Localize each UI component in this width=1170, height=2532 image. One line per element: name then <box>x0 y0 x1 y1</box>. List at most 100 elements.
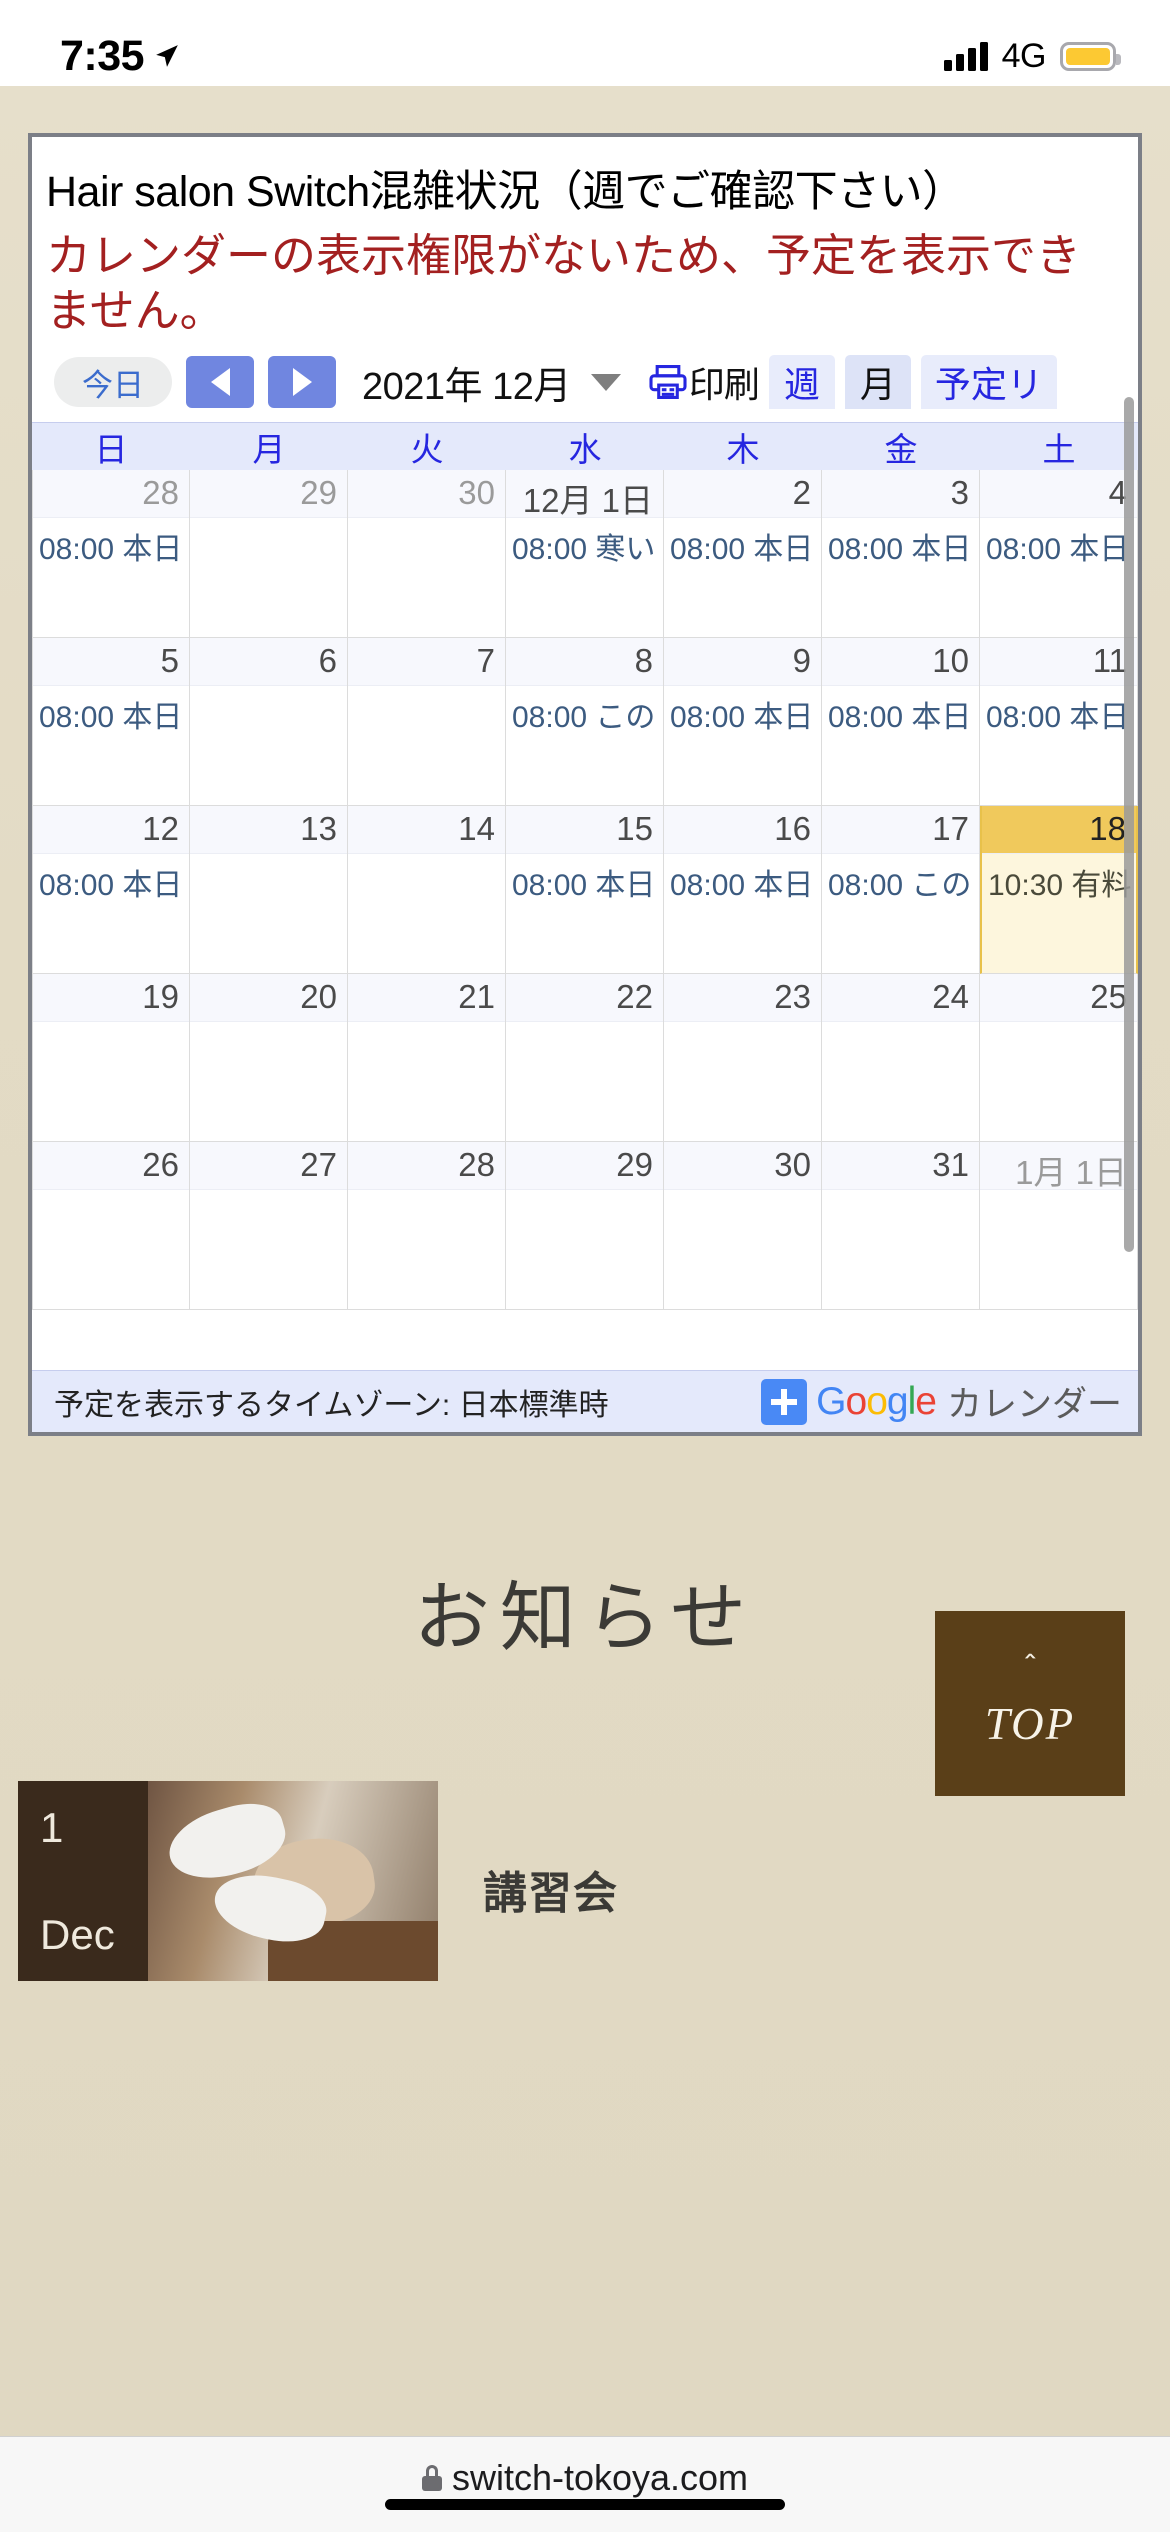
calendar-day-number: 6 <box>190 637 347 686</box>
calendar-day-cell[interactable]: 28 <box>348 1141 506 1310</box>
calendar-day-cell[interactable]: 29 <box>506 1141 664 1310</box>
calendar-day-cell[interactable]: 12月 1日 08:00 寒い <box>506 469 664 638</box>
weekday-wed: 水 <box>568 430 602 468</box>
calendar-day-cell[interactable]: 17 08:00 この <box>822 805 980 974</box>
calendar-day-cell[interactable]: 4 08:00 本日 <box>980 469 1138 638</box>
view-tab-month[interactable]: 月 <box>844 355 911 410</box>
calendar-event[interactable]: 08:00 本日 <box>33 854 189 904</box>
calendar-day-cell[interactable]: 21 <box>348 973 506 1142</box>
calendar-day-number: 29 <box>190 469 347 518</box>
calendar-day-number: 2 <box>664 469 821 518</box>
calendar-event[interactable]: 08:00 本日 <box>822 518 979 568</box>
calendar-day-number: 25 <box>980 973 1137 1022</box>
calendar-day-cell[interactable]: 16 08:00 本日 <box>664 805 822 974</box>
calendar-day-number: 23 <box>664 973 821 1022</box>
calendar-event[interactable]: 08:00 本日 <box>980 518 1137 568</box>
view-tab-agenda[interactable]: 予定リ <box>920 355 1057 410</box>
calendar-day-cell[interactable]: 15 08:00 本日 <box>506 805 664 974</box>
calendar-day-cell[interactable]: 29 <box>190 469 348 638</box>
calendar-day-cell[interactable]: 31 <box>822 1141 980 1310</box>
chevron-left-icon <box>210 368 230 397</box>
embed-scrollbar[interactable] <box>1124 397 1134 1252</box>
calendar-day-cell[interactable]: 6 <box>190 637 348 806</box>
calendar-event[interactable]: 08:00 本日 <box>822 686 979 736</box>
calendar-event[interactable]: 08:00 この <box>822 854 979 904</box>
weekday-mon: 月 <box>252 430 286 468</box>
print-button[interactable]: 印刷 <box>649 356 760 408</box>
back-to-top-label: TOP <box>984 1698 1076 1749</box>
calendar-day-number: 29 <box>506 1141 663 1190</box>
calendar-day-cell[interactable]: 5 08:00 本日 <box>32 637 190 806</box>
today-button[interactable]: 今日 <box>54 357 172 408</box>
calendar-event[interactable]: 08:00 本日 <box>980 686 1137 736</box>
calendar-event[interactable]: 08:00 本日 <box>664 518 821 568</box>
calendar-day-cell[interactable]: 24 <box>822 973 980 1142</box>
calendar-day-cell[interactable]: 14 <box>348 805 506 974</box>
calendar-day-cell[interactable]: 7 <box>348 637 506 806</box>
weekday-fri: 金 <box>884 430 918 468</box>
calendar-footer: 予定を表示するタイムゾーン: 日本標準時 Google カレンダー <box>32 1370 1138 1432</box>
calendar-day-cell[interactable]: 23 <box>664 973 822 1142</box>
next-month-button[interactable] <box>268 356 336 409</box>
calendar-day-number: 18 <box>982 805 1136 854</box>
calendar-day-number: 10 <box>822 637 979 686</box>
google-calendar-embed[interactable]: Hair salon Switch混雑状況（週でご確認下さい） カレンダーの表示… <box>28 133 1142 1436</box>
calendar-event[interactable]: 08:00 本日 <box>33 686 189 736</box>
calendar-day-number: 5 <box>33 637 189 686</box>
news-list-item[interactable]: 1 Dec 講習会 <box>18 1781 728 1981</box>
address-bar[interactable]: switch-tokoya.com <box>421 2457 749 2499</box>
back-to-top-button[interactable]: ＾ TOP <box>935 1611 1125 1796</box>
status-bar-right: 4G <box>943 37 1121 76</box>
calendar-event[interactable]: 08:00 本日 <box>664 686 821 736</box>
calendar-day-number: 15 <box>506 805 663 854</box>
lock-icon <box>421 2465 442 2491</box>
google-calendar-logo[interactable]: Google カレンダー <box>761 1376 1128 1427</box>
calendar-day-number: 19 <box>33 973 189 1022</box>
calendar-day-cell[interactable]: 13 <box>190 805 348 974</box>
calendar-day-cell[interactable]: 22 <box>506 973 664 1142</box>
calendar-day-number: 21 <box>348 973 505 1022</box>
calendar-day-cell[interactable]: 30 <box>664 1141 822 1310</box>
news-item-title[interactable]: 講習会 <box>483 1857 618 1921</box>
calendar-event[interactable]: 08:00 本日 <box>33 518 189 568</box>
calendar-event[interactable]: 10:30 有料 <box>982 854 1136 904</box>
calendar-day-cell[interactable]: 11 08:00 本日 <box>980 637 1138 806</box>
timezone-label: 予定を表示するタイムゾーン: 日本標準時 <box>54 1388 609 1422</box>
calendar-day-cell[interactable]: 30 <box>348 469 506 638</box>
calendar-day-cell[interactable]: 10 08:00 本日 <box>822 637 980 806</box>
news-date-day: 1 <box>40 1804 64 1851</box>
calendar-day-cell[interactable]: 12 08:00 本日 <box>32 805 190 974</box>
calendar-day-cell[interactable]: 25 <box>980 973 1138 1142</box>
calendar-day-number: 7 <box>348 637 505 686</box>
calendar-event[interactable]: 08:00 本日 <box>506 854 663 904</box>
status-clock: 7:35 <box>60 31 145 80</box>
calendar-day-cell[interactable]: 3 08:00 本日 <box>822 469 980 638</box>
calendar-day-cell[interactable]: 9 08:00 本日 <box>664 637 822 806</box>
calendar-day-cell[interactable]: 19 <box>32 973 190 1142</box>
calendar-day-cell[interactable]: 8 08:00 この <box>506 637 664 806</box>
home-indicator <box>385 2499 785 2510</box>
calendar-day-cell[interactable]: 1月 1日 <box>980 1141 1138 1310</box>
calendar-day-number: 17 <box>822 805 979 854</box>
weekday-thu: 木 <box>726 430 760 468</box>
current-period-label: 2021年 12月 <box>362 365 571 408</box>
calendar-day-cell[interactable]: 26 <box>32 1141 190 1310</box>
view-tab-week[interactable]: 週 <box>768 355 835 410</box>
ios-status-bar: 7:35 4G <box>0 0 1170 86</box>
calendar-event[interactable]: 08:00 本日 <box>664 854 821 904</box>
calendar-event[interactable]: 08:00 この <box>506 686 663 736</box>
calendar-event[interactable]: 08:00 寒い <box>506 518 663 568</box>
calendar-day-cell[interactable]: 18 10:30 有料 <box>980 805 1138 974</box>
calendar-day-cell[interactable]: 28 08:00 本日 <box>32 469 190 638</box>
chevron-down-icon[interactable] <box>590 373 621 391</box>
safari-bottom-bar[interactable]: switch-tokoya.com <box>0 2436 1170 2532</box>
previous-month-button[interactable] <box>186 356 254 409</box>
url-text: switch-tokoya.com <box>451 2457 749 2498</box>
calendar-day-cell[interactable]: 2 08:00 本日 <box>664 469 822 638</box>
calendar-day-cell[interactable]: 27 <box>190 1141 348 1310</box>
google-plus-add-icon <box>761 1378 808 1425</box>
cellular-signal-icon <box>943 41 988 71</box>
calendar-day-number: 9 <box>664 637 821 686</box>
calendar-day-number: 30 <box>664 1141 821 1190</box>
calendar-day-cell[interactable]: 20 <box>190 973 348 1142</box>
